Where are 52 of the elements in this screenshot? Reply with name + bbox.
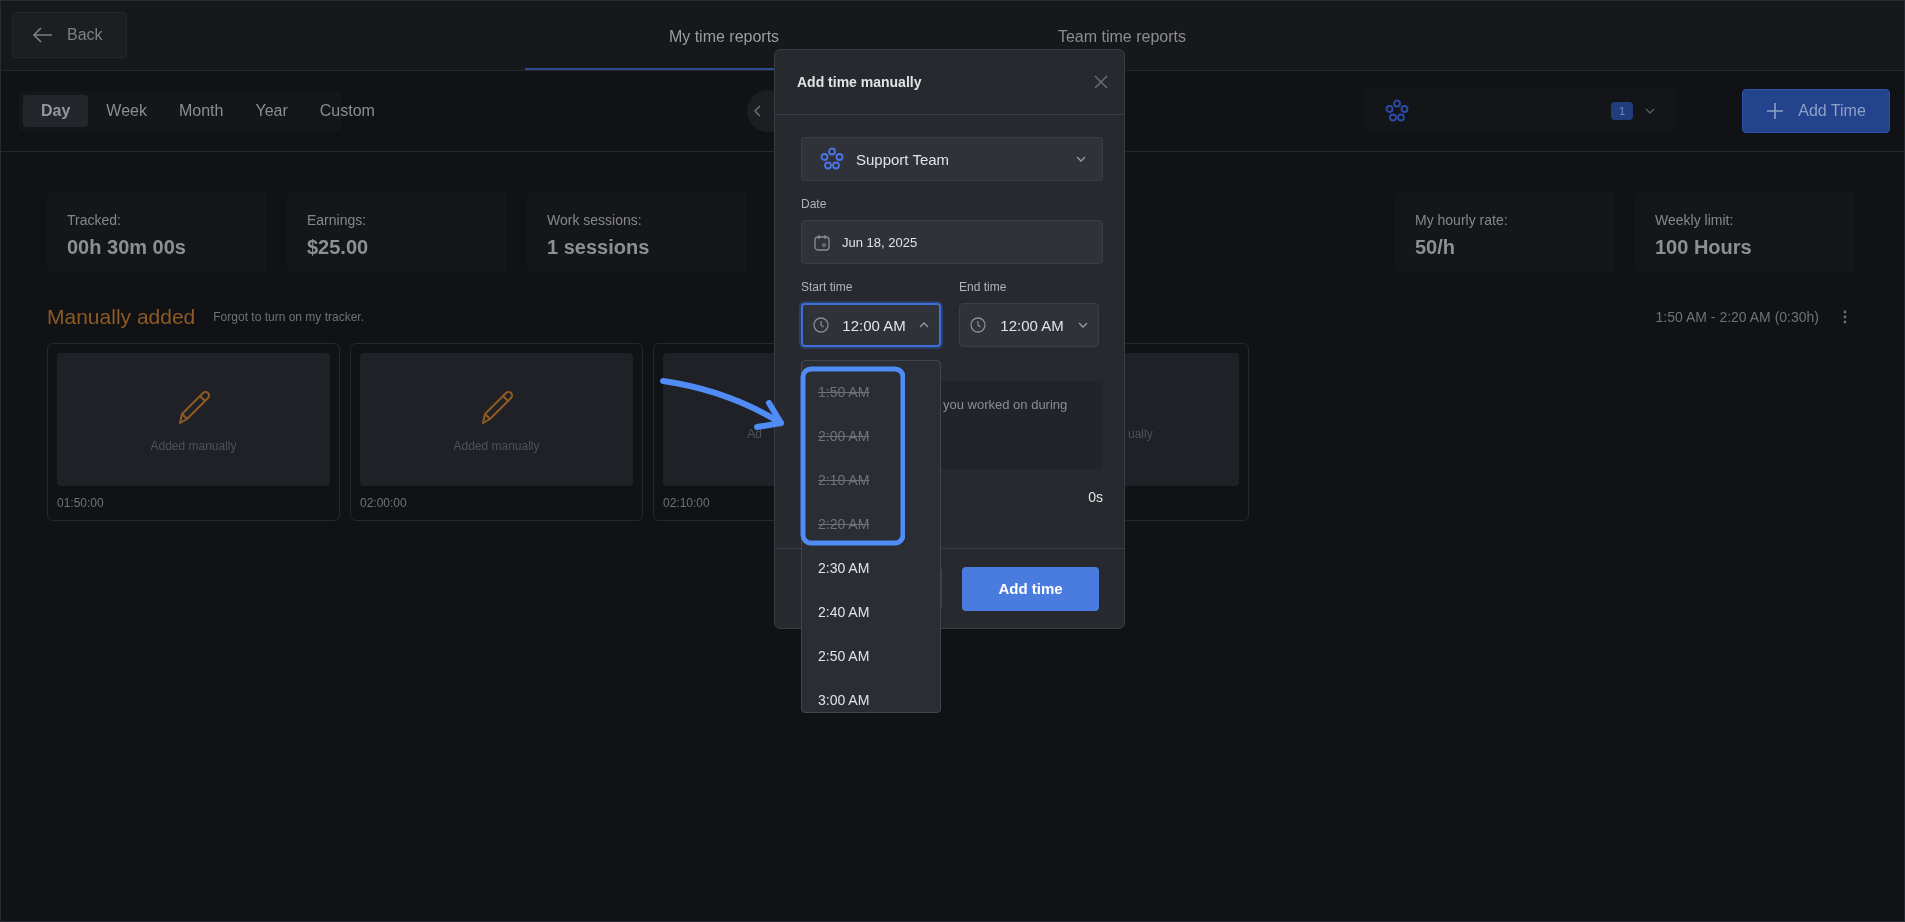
stat-label: Work sessions:: [547, 212, 643, 228]
stat-label: Tracked:: [67, 212, 122, 228]
date-field[interactable]: Jun 18, 2025: [801, 220, 1103, 264]
more-icon[interactable]: [1843, 310, 1847, 324]
entry-time: 01:50:00: [57, 496, 105, 510]
period-tab[interactable]: Day: [23, 95, 89, 127]
time-option[interactable]: 2:30 AM: [802, 546, 940, 590]
section-note: Forgot to turn on my tracker.: [213, 310, 364, 324]
start-time-select[interactable]: 12:00 AM: [801, 303, 941, 347]
clock-icon: [813, 317, 829, 333]
chevron-down-icon: [1076, 156, 1086, 162]
field-label: End time: [959, 280, 1008, 294]
field-label: Date: [801, 197, 828, 211]
duration-value: 0s: [1088, 489, 1103, 505]
stat-label: Weekly limit:: [1655, 212, 1735, 228]
entry-time: 02:10:00: [663, 496, 711, 510]
stat-label: Earnings:: [307, 212, 368, 228]
field-label: Start time: [801, 280, 854, 294]
chevron-down-icon: [1078, 322, 1088, 328]
period-tab[interactable]: Year: [241, 95, 302, 127]
time-option[interactable]: 2:40 AM: [802, 590, 940, 634]
back-button[interactable]: Back: [12, 12, 127, 58]
calendar-icon: [814, 233, 830, 251]
stat-value: 1 sessions: [547, 236, 651, 259]
clock-icon: [970, 317, 986, 333]
chevron-left-icon: [753, 105, 763, 117]
count-badge: 1: [1610, 102, 1633, 120]
stat-value: 50/h: [1415, 236, 1457, 259]
dialog-title: Add time manually: [797, 74, 922, 90]
chevron-icon: [919, 322, 929, 328]
team-icon: [820, 147, 844, 171]
period-tab[interactable]: Week: [92, 95, 161, 127]
end-time-select[interactable]: 12:00 AM: [959, 303, 1099, 347]
stat-value: $25.00: [307, 236, 370, 259]
team-icon: [1385, 99, 1409, 123]
period-tab[interactable]: Custom: [305, 95, 389, 127]
close-icon[interactable]: [1094, 75, 1108, 89]
entry-time: 02:00:00: [360, 496, 408, 510]
back-arrow-icon: [33, 27, 53, 43]
chevron-down-icon: [1645, 108, 1655, 114]
time-option[interactable]: 3:00 AM: [802, 678, 940, 712]
add-time-button[interactable]: Add time: [962, 566, 1099, 611]
stat-label: My hourly rate:: [1415, 212, 1509, 228]
time-range: 1:50 AM - 2:20 AM (0:30h): [1655, 309, 1819, 325]
period-tab[interactable]: Month: [164, 95, 238, 127]
time-option[interactable]: 2:50 AM: [802, 634, 940, 678]
stat-value: 00h 30m 00s: [67, 236, 187, 259]
stat-value: 100 Hours: [1655, 236, 1753, 259]
team-select[interactable]: Support Team: [801, 137, 1103, 181]
add-time-button[interactable]: Add Time: [1742, 89, 1890, 133]
plus-icon: [1766, 102, 1785, 120]
section-title: Manually added: [47, 305, 196, 329]
